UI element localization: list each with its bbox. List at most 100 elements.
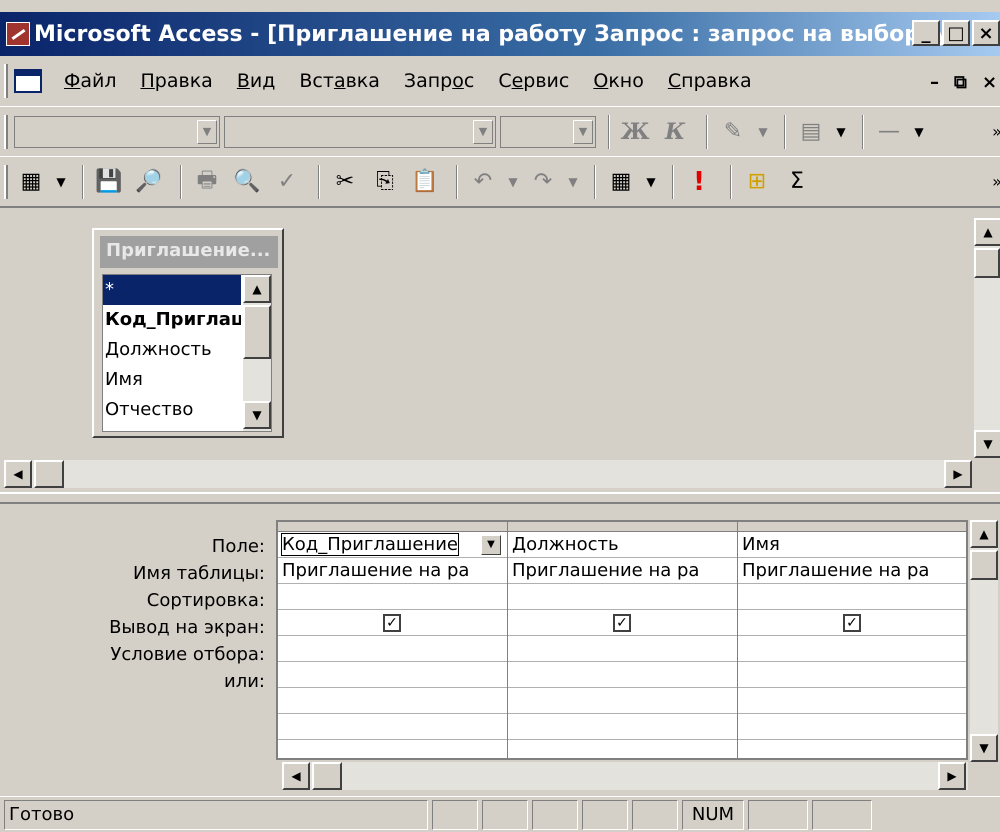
sort-cell[interactable] — [278, 584, 507, 610]
chevron-down-icon[interactable]: ▼ — [566, 165, 580, 199]
scroll-down-icon[interactable]: ▼ — [974, 430, 1000, 458]
field-list-item[interactable]: Код_Приглаш — [103, 305, 241, 335]
field-list-item[interactable]: * — [103, 275, 241, 305]
table-name-cell[interactable]: Приглашение на ра — [508, 558, 737, 584]
criteria-cell[interactable] — [278, 636, 507, 662]
bold-button[interactable]: Ж — [618, 115, 652, 149]
show-checkbox[interactable]: ✓ — [613, 614, 631, 632]
scroll-down-icon[interactable]: ▼ — [243, 401, 271, 429]
grid-column[interactable]: Имя Приглашение на ра ✓ — [738, 522, 966, 758]
show-cell[interactable]: ✓ — [738, 610, 966, 636]
pane-splitter[interactable] — [0, 492, 1000, 504]
pen-color-icon[interactable]: ✎ — [716, 115, 750, 149]
or-cell[interactable] — [278, 662, 507, 688]
field-list-scrollbar[interactable]: ▲ ▼ — [243, 275, 271, 431]
field-list-item[interactable]: Отчество — [103, 395, 241, 425]
field-list-box[interactable]: * Код_Приглаш Должность Имя Отчество ▲ ▼ — [102, 274, 272, 432]
scroll-up-icon[interactable]: ▲ — [970, 520, 998, 548]
cut-icon[interactable]: ✂ — [328, 165, 362, 199]
chevron-down-icon[interactable]: ▼ — [506, 165, 520, 199]
show-cell[interactable]: ✓ — [278, 610, 507, 636]
scroll-left-icon[interactable]: ◀ — [4, 460, 32, 488]
toolbar-options-icon[interactable]: » — [980, 115, 1000, 149]
scroll-thumb[interactable] — [34, 460, 64, 488]
chevron-down-icon[interactable]: ▼ — [481, 535, 501, 555]
extra-criteria-cell[interactable] — [508, 688, 737, 714]
close-button[interactable]: × — [972, 20, 1000, 46]
column-selector[interactable] — [508, 522, 737, 532]
criteria-cell[interactable] — [738, 636, 966, 662]
gridlines-icon[interactable]: ▤ — [794, 115, 828, 149]
redo-icon[interactable]: ↷ — [526, 165, 560, 199]
table-name-cell[interactable]: Приглашение на ра — [278, 558, 507, 584]
access-app-icon[interactable] — [6, 22, 30, 46]
grid-horizontal-scrollbar[interactable]: ◀ ▶ — [282, 762, 968, 790]
show-checkbox[interactable]: ✓ — [843, 614, 861, 632]
menu-item[interactable]: Сервис — [486, 70, 581, 92]
menu-grip[interactable] — [4, 64, 8, 98]
show-cell[interactable]: ✓ — [508, 610, 737, 636]
grid-vertical-scrollbar[interactable]: ▲ ▼ — [970, 520, 998, 762]
print-preview-icon[interactable]: 🔍 — [230, 165, 264, 199]
font-combo[interactable]: ▼ — [224, 115, 496, 148]
paste-icon[interactable]: 📋 — [408, 165, 442, 199]
extra-criteria-cell[interactable] — [278, 688, 507, 714]
menu-item[interactable]: Запрос — [392, 70, 486, 92]
maximize-button[interactable]: □ — [942, 20, 970, 46]
field-list-item[interactable]: Должность — [103, 335, 241, 365]
extra-criteria-cell[interactable] — [508, 714, 737, 740]
totals-sigma-icon[interactable]: Σ — [780, 165, 814, 199]
copy-icon[interactable]: ⎘ — [368, 165, 402, 199]
document-icon[interactable] — [14, 69, 42, 93]
chevron-down-icon[interactable]: ▼ — [573, 119, 593, 144]
field-cell[interactable]: Код_Приглашение ▼ — [278, 532, 507, 558]
query-design-grid[interactable]: Код_Приглашение ▼ Приглашение на ра ✓ Должно… — [276, 520, 968, 760]
mdi-minimize-button[interactable]: – — [930, 72, 939, 93]
scroll-right-icon[interactable]: ▶ — [944, 460, 972, 488]
field-cell[interactable]: Должность — [508, 532, 737, 558]
upper-horizontal-scrollbar[interactable]: ◀ ▶ — [4, 460, 972, 488]
show-table-icon[interactable]: ⊞ — [740, 165, 774, 199]
line-style-icon[interactable]: — — [872, 115, 906, 149]
scroll-left-icon[interactable]: ◀ — [282, 762, 310, 790]
run-icon[interactable]: ! — [682, 165, 716, 199]
menu-item[interactable]: Вид — [225, 70, 288, 92]
query-type-icon[interactable]: ▦ — [604, 165, 638, 199]
scroll-down-icon[interactable]: ▼ — [970, 734, 998, 762]
menu-item[interactable]: Справка — [656, 70, 764, 92]
extra-criteria-cell[interactable] — [278, 714, 507, 740]
or-cell[interactable] — [508, 662, 737, 688]
grid-column[interactable]: Должность Приглашение на ра ✓ — [508, 522, 738, 758]
mdi-restore-button[interactable]: ⧉ — [954, 72, 967, 93]
scroll-thumb[interactable] — [970, 550, 998, 580]
font-size-combo[interactable]: ▼ — [500, 115, 596, 148]
chevron-down-icon[interactable]: ▼ — [912, 115, 926, 149]
column-selector[interactable] — [738, 522, 966, 532]
show-checkbox[interactable]: ✓ — [383, 614, 401, 632]
toolbar-options-icon[interactable]: » — [980, 165, 1000, 199]
object-combo[interactable]: ▼ — [14, 115, 220, 148]
chevron-down-icon[interactable]: ▼ — [644, 165, 658, 199]
table-name-cell[interactable]: Приглашение на ра — [738, 558, 966, 584]
menu-item[interactable]: Правка — [129, 70, 225, 92]
scroll-up-icon[interactable]: ▲ — [243, 275, 271, 303]
menu-item[interactable]: Файл — [52, 70, 129, 92]
mdi-close-button[interactable]: × — [982, 72, 997, 93]
field-list-item[interactable]: Имя — [103, 365, 241, 395]
menu-item[interactable]: Вставка — [287, 70, 392, 92]
chevron-down-icon[interactable]: ▼ — [54, 165, 68, 199]
extra-criteria-cell[interactable] — [738, 714, 966, 740]
extra-criteria-cell[interactable] — [738, 688, 966, 714]
sort-cell[interactable] — [738, 584, 966, 610]
scroll-right-icon[interactable]: ▶ — [938, 762, 966, 790]
column-selector[interactable] — [278, 522, 507, 532]
scroll-thumb[interactable] — [312, 762, 342, 790]
upper-vertical-scrollbar[interactable]: ▲ ▼ — [974, 218, 1000, 458]
italic-button[interactable]: К — [658, 115, 692, 149]
chevron-down-icon[interactable]: ▼ — [197, 119, 217, 144]
sort-cell[interactable] — [508, 584, 737, 610]
scroll-thumb[interactable] — [243, 305, 271, 359]
save-icon[interactable]: 💾 — [92, 165, 126, 199]
table-field-list[interactable]: Приглашение... * Код_Приглаш Должность Имя О… — [92, 228, 284, 438]
menu-item[interactable]: Окно — [581, 70, 656, 92]
